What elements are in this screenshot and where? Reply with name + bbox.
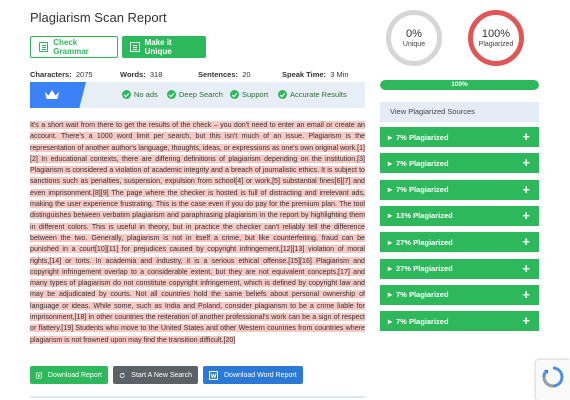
highlighted-text: It's a short wait from there to get the … — [30, 121, 365, 344]
crown-icon — [45, 90, 59, 99]
plus-icon[interactable]: + — [522, 182, 530, 198]
caret-right-icon: ▸ — [388, 132, 393, 142]
caret-right-icon: ▸ — [388, 185, 393, 195]
caret-right-icon: ▸ — [388, 158, 393, 168]
text-stats: Characters: 2075 Words: 318 Sentences: 2… — [30, 70, 360, 80]
plus-icon[interactable]: + — [522, 129, 530, 145]
progress-label: 100% — [451, 81, 468, 88]
document-icon — [130, 42, 140, 52]
refresh-icon — [119, 372, 125, 378]
feature-no-ads: No ads — [122, 90, 158, 99]
unique-percent: 0% — [406, 28, 422, 40]
source-item-label: 13% Plagiarized — [396, 211, 453, 221]
source-item[interactable]: ▸ 27% Plagiarized + — [380, 232, 539, 253]
source-item[interactable]: ▸ 7% Plagiarized + — [380, 127, 539, 147]
plagiarized-label: Plagiarized — [478, 41, 514, 48]
check-circle-icon — [122, 90, 131, 99]
stat-sentences: Sentences: 20 — [198, 70, 251, 79]
make-unique-label: Make it Unique — [144, 38, 172, 56]
plus-icon[interactable]: + — [522, 313, 530, 329]
check-grammar-button[interactable]: Check Grammar — [30, 36, 118, 58]
source-item[interactable]: ▸ 27% Plagiarized + — [380, 258, 539, 279]
plus-icon[interactable]: + — [522, 155, 530, 171]
feature-support: Support — [230, 90, 268, 99]
download-icon — [36, 372, 42, 378]
source-item-label: 7% Plagiarized — [396, 290, 449, 300]
crown-badge — [30, 82, 86, 108]
check-circle-icon — [278, 90, 287, 99]
plus-icon[interactable]: + — [522, 234, 530, 250]
caret-right-icon: ▸ — [388, 264, 393, 273]
caret-right-icon: ▸ — [388, 211, 393, 221]
document-icon — [39, 42, 49, 52]
sources-heading: View Plagiarized Sources — [380, 102, 539, 122]
feature-deep-search: Deep Search — [167, 90, 223, 99]
feature-accurate-results: Accurate Results — [278, 90, 347, 99]
source-item-label: 7% Plagiarized — [396, 316, 449, 326]
check-circle-icon — [230, 90, 239, 99]
recaptcha-icon — [542, 366, 564, 388]
unique-score-gauge: 0% Unique — [386, 10, 442, 66]
download-word-button[interactable]: Download Word Report — [203, 366, 303, 384]
page-title: Plagiarism Scan Report — [30, 10, 167, 25]
source-item-label: 27% Plagiarized — [396, 264, 453, 273]
plagiarized-percent: 100% — [481, 28, 511, 40]
check-grammar-label: Check Grammar — [53, 38, 89, 56]
divider — [30, 396, 365, 398]
source-item-label: 7% Plagiarized — [396, 185, 449, 195]
download-report-button[interactable]: Download Report — [30, 366, 108, 384]
source-item[interactable]: ▸ 7% Plagiarized + — [380, 284, 539, 305]
premium-banner: No ads Deep Search Support Accurate Resu… — [30, 82, 365, 108]
word-icon — [209, 370, 218, 380]
source-item[interactable]: ▸ 7% Plagiarized + — [380, 179, 539, 200]
check-circle-icon — [167, 90, 176, 99]
caret-right-icon: ▸ — [388, 237, 393, 247]
make-unique-button[interactable]: Make it Unique — [122, 36, 206, 58]
unique-label: Unique — [402, 41, 426, 48]
source-item[interactable]: ▸ 7% Plagiarized + — [380, 311, 539, 332]
caret-right-icon: ▸ — [388, 316, 393, 326]
recaptcha-badge[interactable] — [536, 360, 570, 400]
source-item-label: 7% Plagiarized — [396, 158, 449, 168]
plagiarized-score-gauge: 100% Plagiarized — [468, 10, 524, 66]
source-item[interactable]: ▸ 7% Plagiarized + — [380, 153, 539, 174]
stat-characters: Characters: 2075 — [30, 70, 93, 79]
stat-words: Words: 318 — [120, 70, 163, 79]
new-search-button[interactable]: Start A New Search — [113, 366, 198, 384]
source-item-label: 7% Plagiarized — [396, 132, 449, 142]
source-item[interactable]: ▸ 13% Plagiarized + — [380, 205, 539, 226]
caret-right-icon: ▸ — [388, 290, 393, 300]
stat-speak-time: Speak Time: 3 Min — [282, 70, 349, 79]
plus-icon[interactable]: + — [522, 287, 530, 303]
scanned-text-panel: It's a short wait from there to get the … — [30, 120, 365, 358]
plus-icon[interactable]: + — [522, 261, 530, 277]
source-item-label: 27% Plagiarized — [396, 237, 453, 247]
plus-icon[interactable]: + — [522, 208, 530, 224]
